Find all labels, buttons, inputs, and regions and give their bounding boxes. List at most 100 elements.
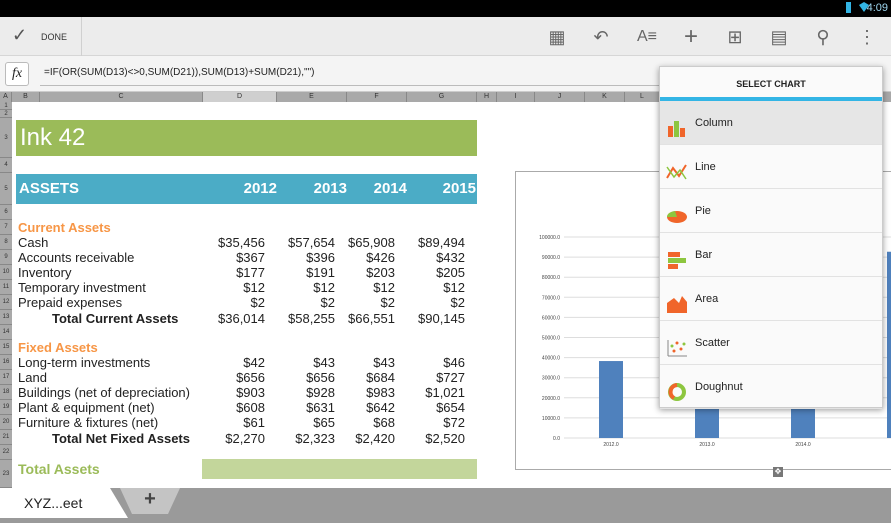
table-row[interactable]: Inventory $177 $191 $203 $205 (12, 265, 482, 280)
row-label: Plant & equipment (net) (18, 400, 155, 415)
insert-cells-icon[interactable]: ⊞ (723, 25, 747, 49)
row-header[interactable]: 19 (0, 400, 12, 415)
value-cell: $642 (366, 400, 395, 415)
column-header[interactable]: H (477, 92, 497, 102)
done-button[interactable]: ✓ DONE (0, 17, 82, 56)
function-button[interactable]: fx (5, 62, 29, 86)
sheet-tabs: XYZ...eet + (0, 488, 891, 523)
y-tick-label: 10000.0 (542, 416, 560, 422)
row-header[interactable]: 3 (0, 118, 12, 158)
table-row[interactable]: Accounts receivable $367 $396 $426 $432 (12, 250, 482, 265)
value-cell: $57,654 (288, 235, 335, 250)
column-header[interactable]: G (407, 92, 477, 102)
row-header[interactable]: 22 (0, 445, 12, 460)
column-header[interactable]: A (0, 92, 12, 102)
row-header[interactable]: 15 (0, 340, 12, 355)
value-cell: $2 (450, 295, 465, 310)
column-header[interactable]: F (347, 92, 407, 102)
row-header[interactable]: 7 (0, 220, 12, 235)
column-header[interactable]: I (497, 92, 535, 102)
table-row[interactable]: Temporary investment $12 $12 $12 $12 (12, 280, 482, 295)
assets-header-row[interactable]: ASSETS 2012 2013 2014 2015 (16, 174, 477, 204)
menu-item-pie[interactable]: Pie (660, 189, 882, 233)
row-label: Land (18, 370, 47, 385)
row-header[interactable]: 5 (0, 173, 12, 205)
row-header[interactable]: 8 (0, 235, 12, 250)
menu-item-column[interactable]: Column (660, 101, 882, 145)
sheet-tab-active[interactable]: XYZ...eet (0, 488, 128, 518)
value-cell: $203 (366, 265, 395, 280)
select-chart-menu: SELECT CHART Column Line Pie Bar Area Scatter… (659, 66, 883, 409)
layout-icon[interactable]: ▦ (545, 25, 569, 49)
row-header[interactable]: 1 (0, 102, 12, 110)
y-tick-label: 100000.0 (539, 235, 560, 241)
row-header[interactable]: 2 (0, 110, 12, 118)
row-header[interactable]: 20 (0, 415, 12, 430)
menu-item-bar[interactable]: Bar (660, 233, 882, 277)
row-label: Total Net Fixed Assets (52, 431, 190, 446)
menu-item-scatter[interactable]: Scatter (660, 321, 882, 365)
value-cell: $656 (306, 370, 335, 385)
row-header[interactable]: 10 (0, 265, 12, 280)
value-cell: $983 (366, 385, 395, 400)
row-header[interactable]: 14 (0, 325, 12, 340)
menu-item-label: Doughnut (695, 381, 743, 393)
column-header[interactable]: J (535, 92, 585, 102)
column-header[interactable]: E (277, 92, 347, 102)
column-header[interactable]: D (203, 92, 277, 102)
column-header[interactable]: L (625, 92, 660, 102)
total-row[interactable]: Total Current Assets $36,014 $58,255 $66,55… (12, 311, 482, 326)
row-header[interactable]: 13 (0, 310, 12, 325)
row-header[interactable]: 21 (0, 430, 12, 445)
row-header[interactable]: 11 (0, 280, 12, 295)
column-header[interactable]: B (12, 92, 40, 102)
chart-resize-handle[interactable]: ✥ (773, 467, 783, 477)
row-header[interactable]: 18 (0, 385, 12, 400)
menu-item-area[interactable]: Area (660, 277, 882, 321)
table-row[interactable]: Plant & equipment (net) $608 $631 $642 $654 (12, 400, 482, 415)
row-header[interactable]: 17 (0, 370, 12, 385)
value-cell: $205 (436, 265, 465, 280)
value-cell: $72 (443, 415, 465, 430)
table-icon[interactable]: ▤ (767, 25, 791, 49)
value-cell: $66,551 (348, 311, 395, 326)
x-tick-label: 2012.0 (603, 442, 619, 448)
table-row[interactable]: Land $656 $656 $684 $727 (12, 370, 482, 385)
undo-icon[interactable]: ↶ (589, 25, 613, 49)
add-sheet-button[interactable]: + (120, 488, 180, 514)
menu-item-label: Scatter (695, 337, 730, 349)
column-header[interactable]: C (40, 92, 203, 102)
value-cell: $61 (243, 415, 265, 430)
value-cell: $12 (443, 280, 465, 295)
row-header[interactable]: 6 (0, 205, 12, 220)
text-format-icon[interactable]: A≡ (635, 25, 659, 49)
clock: 4:09 (866, 2, 888, 14)
menu-item-doughnut[interactable]: Doughnut (660, 365, 882, 409)
total-row[interactable]: Total Net Fixed Assets $2,270 $2,323 $2,420… (12, 431, 482, 446)
table-row[interactable]: Cash $35,456 $57,654 $65,908 $89,494 (12, 235, 482, 250)
table-row[interactable]: Buildings (net of depreciation) $903 $928 $… (12, 385, 482, 400)
menu-item-label: Area (695, 293, 719, 305)
search-icon[interactable]: ⚲ (811, 25, 835, 49)
row-header[interactable]: 23 (0, 460, 12, 488)
overflow-menu-icon[interactable]: ⋮ (855, 25, 879, 49)
row-label: Buildings (net of depreciation) (18, 385, 190, 400)
section-label: Current Assets (18, 220, 111, 235)
formula-input[interactable]: =IF(OR(SUM(D13)<>0,SUM(D21)),SUM(D13)+SU… (40, 62, 660, 86)
menu-item-line[interactable]: Line (660, 145, 882, 189)
row-header[interactable]: 4 (0, 158, 12, 173)
table-row[interactable]: Furniture & fixtures (net) $61 $65 $68 $72 (12, 415, 482, 430)
row-label: Inventory (18, 265, 72, 280)
table-row[interactable]: Prepaid expenses $2 $2 $2 $2 (12, 295, 482, 310)
row-headers: 1 2 3 4 5 6 7 8 9 10 11 12 13 14 15 16 17 18 19 20 21 22 23 (0, 102, 12, 488)
value-cell: $631 (306, 400, 335, 415)
x-tick-label: 2014.0 (795, 442, 811, 448)
row-header[interactable]: 12 (0, 295, 12, 310)
table-row[interactable]: Long-term investments $42 $43 $43 $46 (12, 355, 482, 370)
x-tick-label: 2013.0 (699, 442, 715, 448)
title-cell[interactable]: Ink 42 (16, 120, 477, 156)
row-header[interactable]: 9 (0, 250, 12, 265)
row-header[interactable]: 16 (0, 355, 12, 370)
insert-plus-icon[interactable]: + (679, 25, 703, 49)
column-header[interactable]: K (585, 92, 625, 102)
